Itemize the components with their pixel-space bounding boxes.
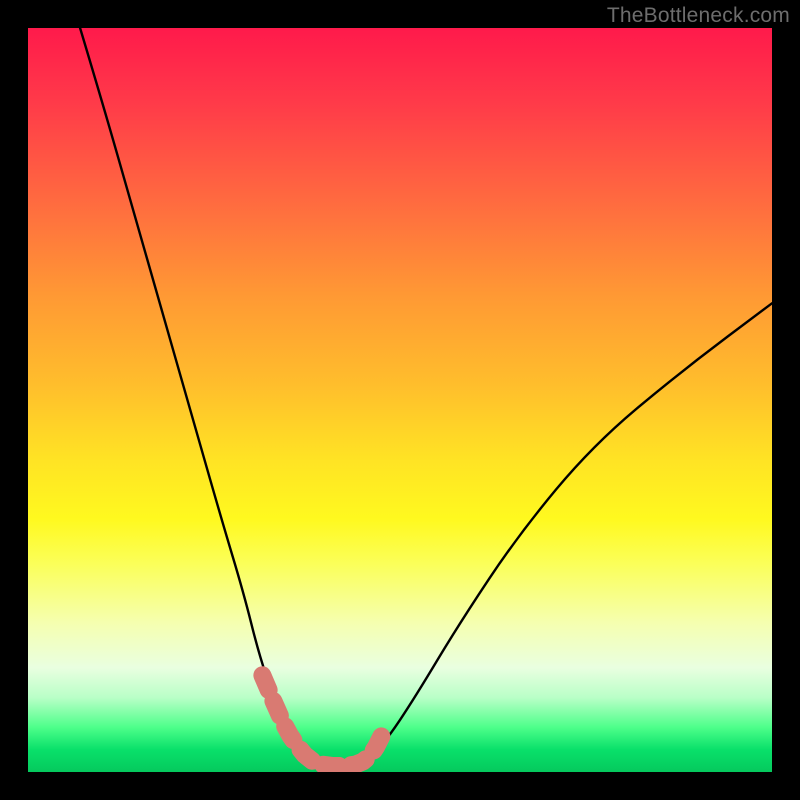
chart-frame: TheBottleneck.com (0, 0, 800, 800)
valley-markers (262, 675, 381, 766)
plot-area (28, 28, 772, 772)
bottleneck-curve (80, 28, 772, 768)
curve-layer (28, 28, 772, 772)
watermark-text: TheBottleneck.com (607, 4, 790, 28)
